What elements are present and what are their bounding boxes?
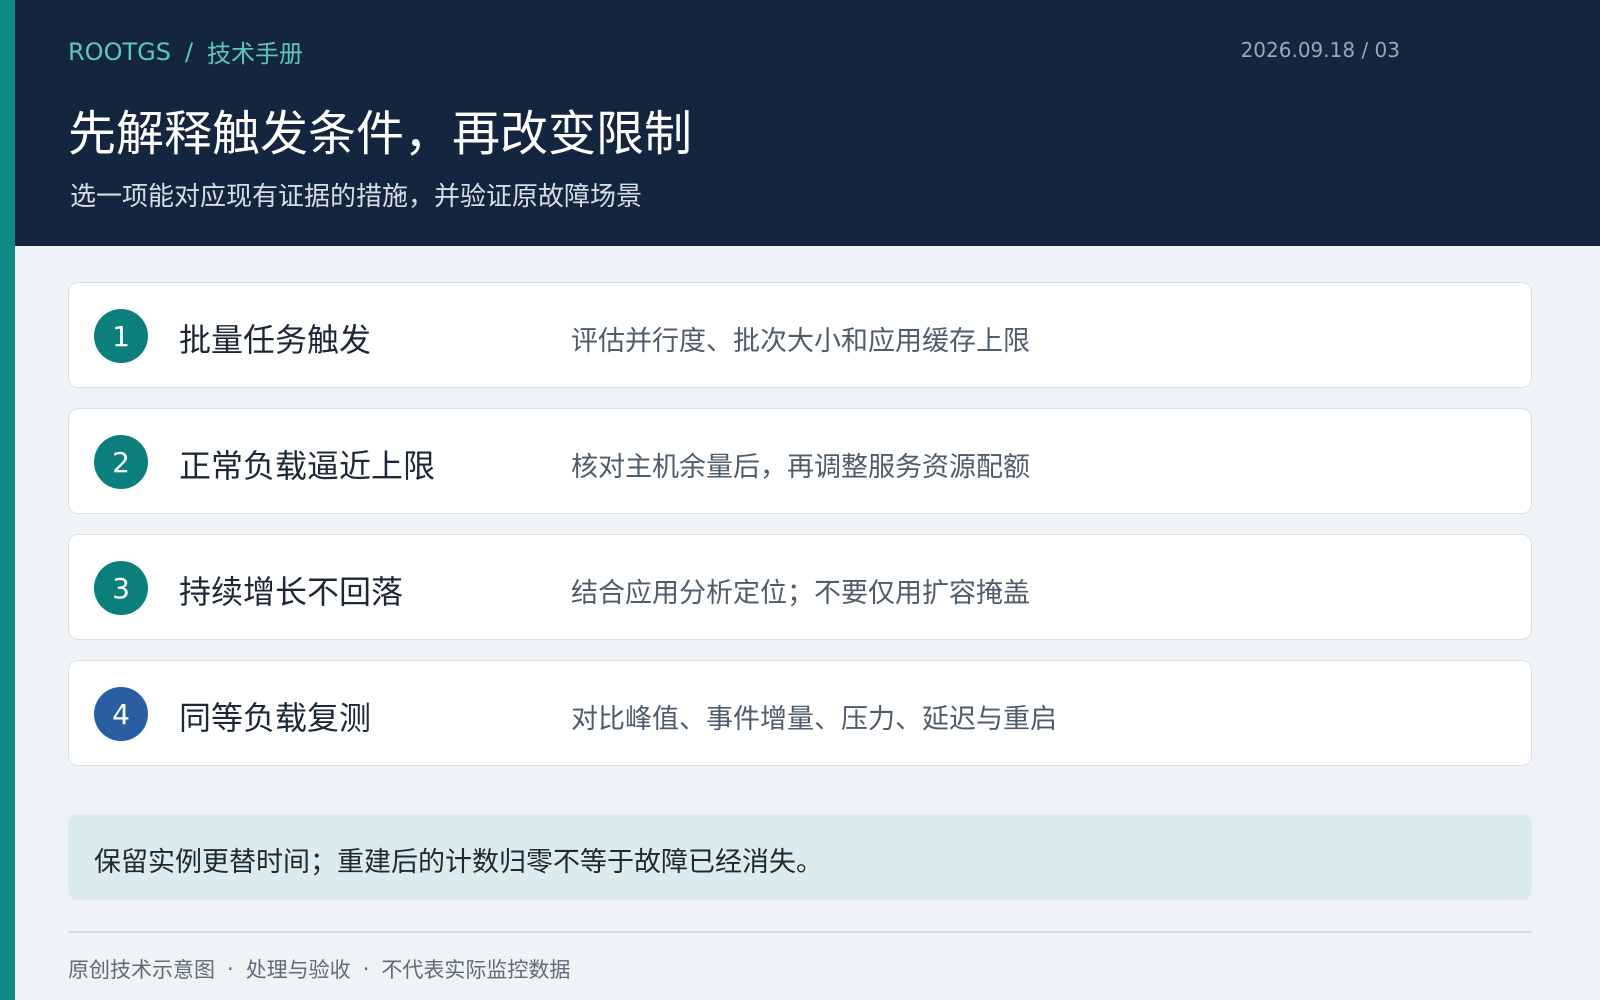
step-card: 3 持续增长不回落 结合应用分析定位；不要仅用扩容掩盖 [68,534,1532,640]
breadcrumb-separator: / [184,37,194,66]
breadcrumb: ROOTGS / 技术手册 [68,34,303,69]
page-header: ROOTGS / 技术手册 2026.09.18 / 03 先解释触发条件，再改… [15,0,1600,246]
step-title: 批量任务触发 [179,321,372,359]
page-meta: 2026.09.18 / 03 [1240,38,1400,62]
footer-divider [68,931,1532,933]
step-title: 同等负载复测 [179,699,372,737]
step-description: 评估并行度、批次大小和应用缓存上限 [571,326,1030,357]
note-text: 保留实例更替时间；重建后的计数归零不等于故障已经消失。 [94,847,823,878]
step-number-badge: 1 [94,309,148,363]
step-description: 核对主机余量后，再调整服务资源配额 [571,452,1030,483]
step-description: 结合应用分析定位；不要仅用扩容掩盖 [571,578,1030,609]
step-card: 2 正常负载逼近上限 核对主机余量后，再调整服务资源配额 [68,408,1532,514]
footer-dot: · [227,957,234,981]
accent-bar [0,0,15,1000]
steps-list: 1 批量任务触发 评估并行度、批次大小和应用缓存上限 2 正常负载逼近上限 核对… [68,282,1532,786]
note-callout: 保留实例更替时间；重建后的计数归零不等于故障已经消失。 [68,814,1532,900]
footer: 原创技术示意图 · 处理与验收 · 不代表实际监控数据 [68,954,570,984]
page-title: 先解释触发条件，再改变限制 [68,106,693,162]
step-title: 正常负载逼近上限 [179,447,436,485]
step-description: 对比峰值、事件增量、压力、延迟与重启 [571,704,1057,735]
step-number-badge: 4 [94,687,148,741]
footer-item: 原创技术示意图 [68,958,215,982]
page-subtitle: 选一项能对应现有证据的措施，并验证原故障场景 [70,182,643,212]
step-number-badge: 2 [94,435,148,489]
step-card: 4 同等负载复测 对比峰值、事件增量、压力、延迟与重启 [68,660,1532,766]
breadcrumb-section[interactable]: 技术手册 [207,34,303,69]
footer-item: 处理与验收 [245,958,351,982]
step-title: 持续增长不回落 [179,573,404,611]
footer-item: 不代表实际监控数据 [381,958,571,982]
breadcrumb-brand[interactable]: ROOTGS [68,38,171,66]
step-card: 1 批量任务触发 评估并行度、批次大小和应用缓存上限 [68,282,1532,388]
step-number-badge: 3 [94,561,148,615]
footer-dot: · [362,957,370,981]
